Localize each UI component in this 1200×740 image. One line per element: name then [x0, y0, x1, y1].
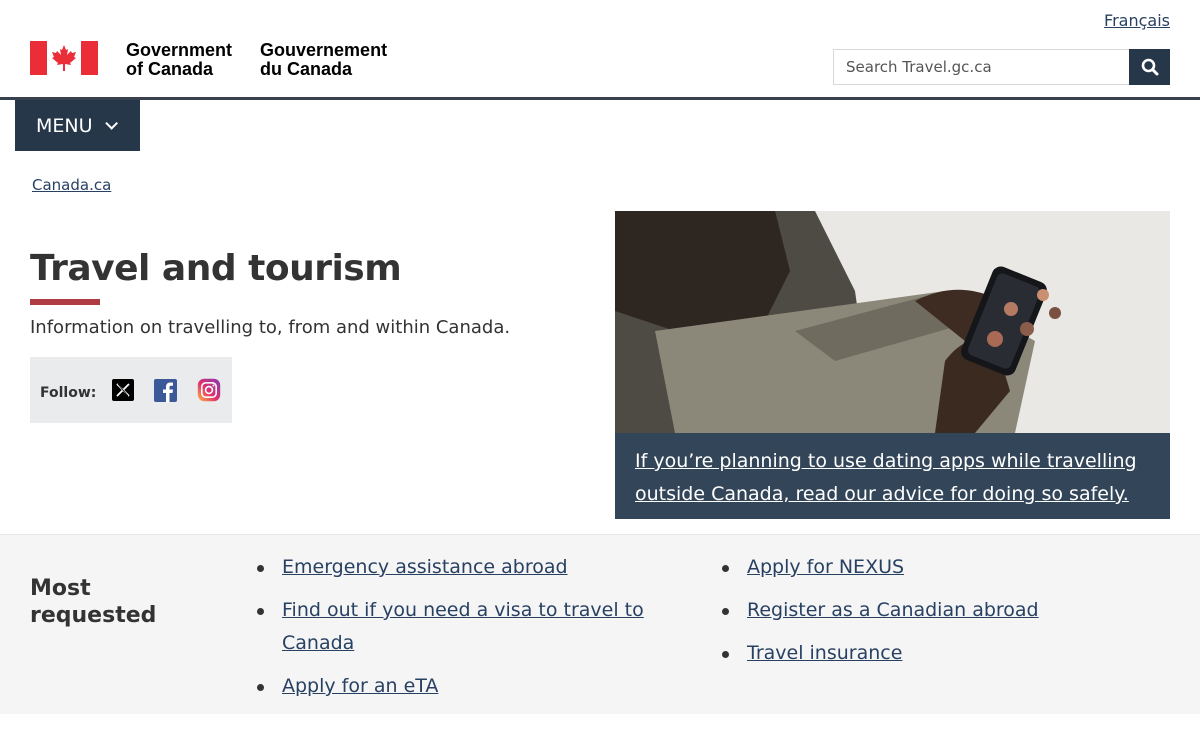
brand-name-en: Government of Canada: [126, 40, 233, 79]
feature-card: If you’re planning to use dating apps wh…: [615, 211, 1170, 519]
menu-label: MENU: [36, 114, 93, 137]
travel-insurance-link[interactable]: Travel insurance: [747, 642, 902, 664]
header-divider: [0, 97, 1200, 100]
follow-label: Follow:: [40, 385, 97, 401]
magnifier-icon: [1141, 58, 1158, 76]
instagram-icon[interactable]: [197, 378, 221, 402]
emergency-assistance-link[interactable]: Emergency assistance abroad: [282, 556, 568, 578]
title-underline: [30, 299, 100, 305]
list-item: Apply for NEXUS: [717, 551, 1157, 584]
follow-bar: Follow:: [30, 357, 232, 423]
most-requested-section: Most requested Emergency assistance abro…: [0, 534, 1200, 714]
breadcrumb-canada-link[interactable]: Canada.ca: [32, 176, 111, 194]
page-title: Travel and tourism: [30, 248, 402, 289]
site-search: [833, 49, 1170, 85]
list-item: Apply for an eTA: [252, 670, 672, 703]
facebook-icon[interactable]: [154, 378, 178, 402]
list-item: Emergency assistance abroad: [252, 551, 672, 584]
menu-button[interactable]: MENU: [15, 100, 140, 151]
register-abroad-link[interactable]: Register as a Canadian abroad: [747, 599, 1039, 621]
most-requested-heading: Most requested: [30, 576, 157, 628]
page-intro: Information on travelling to, from and w…: [30, 317, 511, 338]
apply-eta-link[interactable]: Apply for an eTA: [282, 675, 438, 697]
feature-caption: If you’re planning to use dating apps wh…: [615, 433, 1170, 519]
canada-flag-icon: [30, 41, 98, 75]
language-toggle-link[interactable]: Français: [1104, 11, 1170, 30]
apply-nexus-link[interactable]: Apply for NEXUS: [747, 556, 904, 578]
most-requested-list-1: Emergency assistance abroad Find out if …: [252, 551, 672, 713]
chevron-down-icon: [104, 117, 118, 130]
list-item: Travel insurance: [717, 637, 1157, 670]
search-input[interactable]: [833, 49, 1129, 85]
most-requested-list-2: Apply for NEXUS Register as a Canadian a…: [717, 551, 1157, 680]
visa-check-link[interactable]: Find out if you need a visa to travel to…: [282, 599, 644, 654]
x-icon[interactable]: [112, 378, 135, 402]
list-item: Register as a Canadian abroad: [717, 594, 1157, 627]
list-item: Find out if you need a visa to travel to…: [252, 594, 672, 660]
brand-name-fr: Gouvernement du Canada: [260, 40, 388, 79]
feature-image: [615, 211, 1170, 433]
dating-apps-advice-link[interactable]: If you’re planning to use dating apps wh…: [635, 450, 1137, 505]
gc-signature[interactable]: Government of Canada Gouvernement du Can…: [30, 41, 387, 79]
search-button[interactable]: [1129, 49, 1170, 85]
